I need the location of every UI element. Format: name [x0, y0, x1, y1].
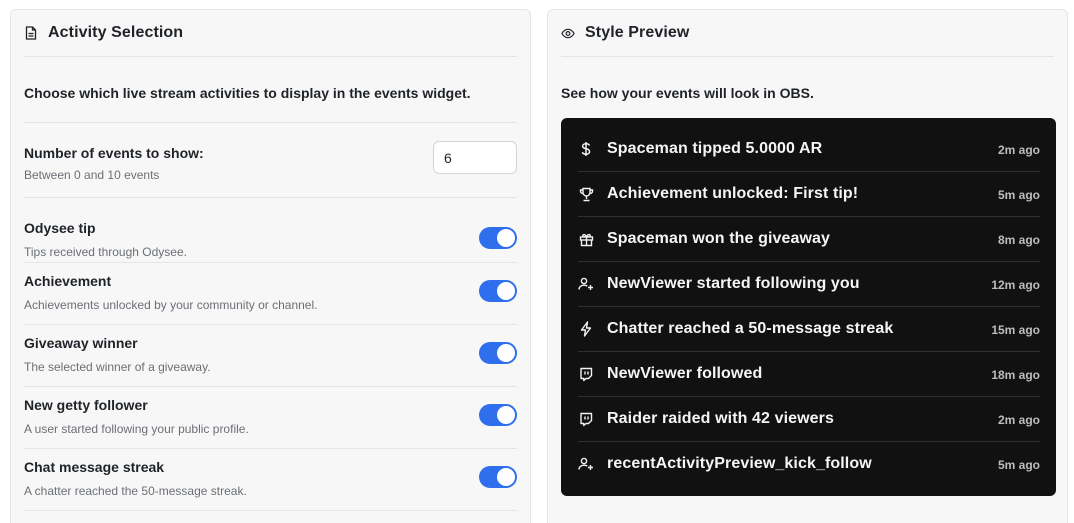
- activity-help: A chatter reached the 50-message streak.: [24, 484, 247, 498]
- event-row: Raider raided with 42 viewers 2m ago: [578, 397, 1040, 442]
- activity-help: Tips received through Odysee.: [24, 245, 187, 259]
- event-time: 5m ago: [997, 458, 1040, 472]
- activity-name: Achievement: [24, 273, 112, 289]
- panel-description: Choose which live stream activities to d…: [24, 85, 471, 101]
- event-row: Chatter reached a 50-message streak 15m …: [578, 307, 1040, 352]
- event-count-label: Number of events to show:: [24, 145, 204, 161]
- obs-preview-box: Spaceman tipped 5.0000 AR 2m ago Achieve…: [561, 118, 1056, 496]
- activity-toggle-row: Giveaway winner The selected winner of a…: [24, 325, 517, 387]
- event-text: NewViewer started following you: [607, 275, 860, 292]
- style-preview-panel: Style Preview See how your events will l…: [547, 9, 1068, 523]
- toggle-knob: [497, 229, 515, 247]
- event-count-help: Between 0 and 10 events: [24, 168, 160, 182]
- activity-help: The selected winner of a giveaway.: [24, 360, 211, 374]
- twitch-icon: [578, 366, 594, 382]
- achievement-toggle[interactable]: [479, 280, 517, 302]
- trophy-icon: [578, 186, 594, 202]
- chat-streak-toggle[interactable]: [479, 466, 517, 488]
- eye-icon: [561, 26, 575, 40]
- event-time: 5m ago: [997, 188, 1040, 202]
- user-plus-icon: [578, 276, 594, 292]
- toggle-knob: [497, 344, 515, 362]
- activity-toggle-list: Odysee tip Tips received through Odysee.…: [24, 220, 517, 511]
- activity-help: Achievements unlocked by your community …: [24, 298, 318, 312]
- event-count-setting: Number of events to show: Between 0 and …: [24, 140, 517, 188]
- event-time: 2m ago: [997, 143, 1040, 157]
- toggle-knob: [497, 468, 515, 486]
- toggle-knob: [497, 406, 515, 424]
- event-count-input[interactable]: [433, 141, 517, 174]
- event-time: 2m ago: [997, 413, 1040, 427]
- odysee-tip-toggle[interactable]: [479, 227, 517, 249]
- giveaway-winner-toggle[interactable]: [479, 342, 517, 364]
- event-text: Chatter reached a 50-message streak: [607, 320, 894, 337]
- panel-title: Activity Selection: [48, 24, 184, 41]
- event-text: Spaceman won the giveaway: [607, 230, 831, 247]
- panel-title: Style Preview: [585, 24, 690, 41]
- activity-toggle-row: Chat message streak A chatter reached th…: [24, 449, 517, 511]
- dollar-icon: [578, 141, 594, 157]
- event-time: 18m ago: [991, 368, 1040, 382]
- preview-description: See how your events will look in OBS.: [561, 85, 814, 101]
- event-time: 12m ago: [991, 278, 1040, 292]
- event-row: NewViewer followed 18m ago: [578, 352, 1040, 397]
- activity-selection-header: Activity Selection: [24, 10, 517, 57]
- event-text: NewViewer followed: [607, 365, 763, 382]
- activity-name: Giveaway winner: [24, 335, 138, 351]
- new-follower-toggle[interactable]: [479, 404, 517, 426]
- event-text: Spaceman tipped 5.0000 AR: [607, 140, 823, 157]
- user-plus-icon: [578, 456, 594, 472]
- event-row: Spaceman tipped 5.0000 AR 2m ago: [578, 127, 1040, 172]
- event-row: Achievement unlocked: First tip! 5m ago: [578, 172, 1040, 217]
- activity-help: A user started following your public pro…: [24, 422, 249, 436]
- activity-toggle-row: Odysee tip Tips received through Odysee.: [24, 210, 517, 263]
- activity-name: Odysee tip: [24, 220, 96, 236]
- activity-selection-panel: Activity Selection Choose which live str…: [10, 9, 531, 523]
- activity-name: New getty follower: [24, 397, 148, 413]
- divider: [24, 197, 517, 198]
- event-row: Spaceman won the giveaway 8m ago: [578, 217, 1040, 262]
- toggle-knob: [497, 282, 515, 300]
- lightning-icon: [578, 321, 594, 337]
- event-row: NewViewer started following you 12m ago: [578, 262, 1040, 307]
- event-row: recentActivityPreview_kick_follow 5m ago: [578, 442, 1040, 487]
- activity-toggle-row: Achievement Achievements unlocked by you…: [24, 263, 517, 325]
- event-time: 8m ago: [997, 233, 1040, 247]
- event-time: 15m ago: [991, 323, 1040, 337]
- twitch-icon: [578, 411, 594, 427]
- event-text: Achievement unlocked: First tip!: [607, 185, 859, 202]
- divider: [24, 122, 517, 123]
- event-text: recentActivityPreview_kick_follow: [607, 455, 872, 472]
- event-text: Raider raided with 42 viewers: [607, 410, 834, 427]
- activity-toggle-row: New getty follower A user started follow…: [24, 387, 517, 449]
- event-list: Spaceman tipped 5.0000 AR 2m ago Achieve…: [578, 127, 1040, 487]
- gift-icon: [578, 231, 594, 247]
- document-icon: [24, 26, 38, 40]
- activity-name: Chat message streak: [24, 459, 165, 475]
- style-preview-header: Style Preview: [561, 10, 1054, 57]
